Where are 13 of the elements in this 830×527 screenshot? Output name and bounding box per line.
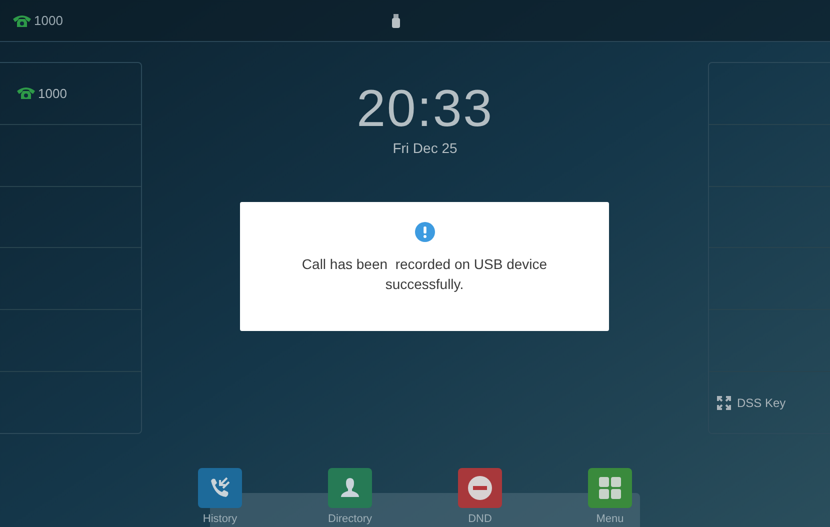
grid-icon: [597, 474, 623, 501]
exclamation-icon: [414, 222, 434, 242]
clock-time: 20:33: [356, 80, 494, 138]
account-label: 1000: [34, 12, 63, 30]
usb-icon: [392, 14, 400, 28]
dialog-message: Call has been recorded on USB device successfully.: [300, 255, 548, 294]
dss-key[interactable]: DSS Key: [708, 372, 830, 433]
line-key[interactable]: 1000: [0, 63, 141, 124]
phone-icon: [16, 86, 36, 100]
expand-icon: [716, 396, 731, 410]
phone-icon: [12, 14, 32, 28]
clock-date: Fri Dec 25: [392, 140, 458, 156]
no-entry-icon: [466, 474, 494, 502]
